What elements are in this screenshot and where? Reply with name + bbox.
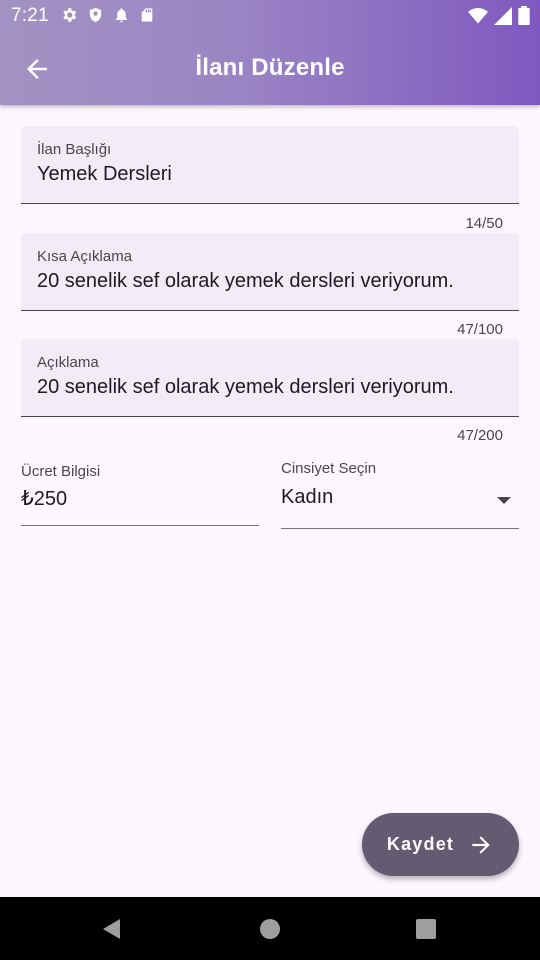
status-left-icons [60, 6, 155, 24]
description-label: Açıklama [37, 354, 99, 371]
bell-icon [115, 8, 128, 23]
back-triangle-icon[interactable] [100, 917, 124, 941]
sd-card-icon [141, 8, 153, 22]
title-field-counter: 14/50 [465, 215, 503, 232]
app-bar: İlanı Düzenle [0, 32, 540, 105]
shield-icon [89, 7, 102, 23]
title-field-label: İlan Başlığı [37, 141, 112, 158]
price-field-label: Ücret Bilgisi [21, 463, 101, 480]
short-description-field[interactable]: Kısa Açıklama 20 senelik sef olarak yeme… [21, 233, 519, 311]
gender-select-label: Cinsiyet Seçin [281, 460, 377, 477]
recents-square-icon[interactable] [414, 917, 438, 941]
status-time: 7:21 [11, 5, 49, 26]
gender-select-value[interactable]: Kadın [281, 486, 333, 509]
save-button-label: Kaydet [386, 834, 455, 854]
short-description-value[interactable]: 20 senelik sef olarak yemek dersleri ver… [37, 270, 454, 293]
signal-icon [494, 6, 512, 25]
price-field[interactable]: Ücret Bilgisi ₺250 [21, 456, 259, 526]
gear-icon [63, 8, 77, 22]
arrow-forward-icon [472, 835, 490, 854]
gender-select[interactable]: Cinsiyet Seçin Kadın [281, 456, 519, 529]
short-description-label: Kısa Açıklama [37, 248, 133, 265]
top-header: 7:21 İlanı Düzenle [0, 0, 540, 105]
dropdown-arrow-icon[interactable] [497, 497, 511, 504]
title-field-value[interactable]: Yemek Dersleri [37, 163, 172, 186]
page-title: İlanı Düzenle [195, 54, 345, 81]
battery-icon [518, 6, 530, 25]
status-bar: 7:21 [0, 0, 540, 32]
description-counter: 47/200 [457, 427, 503, 444]
title-field[interactable]: İlan Başlığı Yemek Dersleri [21, 126, 519, 204]
navigation-bar [0, 897, 540, 960]
price-field-value[interactable]: ₺250 [21, 486, 67, 511]
save-button[interactable]: Kaydet [362, 813, 519, 876]
description-field[interactable]: Açıklama 20 senelik sef olarak yemek der… [21, 339, 519, 417]
short-description-counter: 47/100 [457, 321, 503, 338]
description-value[interactable]: 20 senelik sef olarak yemek dersleri ver… [37, 376, 454, 399]
wifi-icon [468, 7, 488, 23]
home-circle-icon[interactable] [258, 917, 282, 941]
status-right-icons [468, 6, 530, 25]
